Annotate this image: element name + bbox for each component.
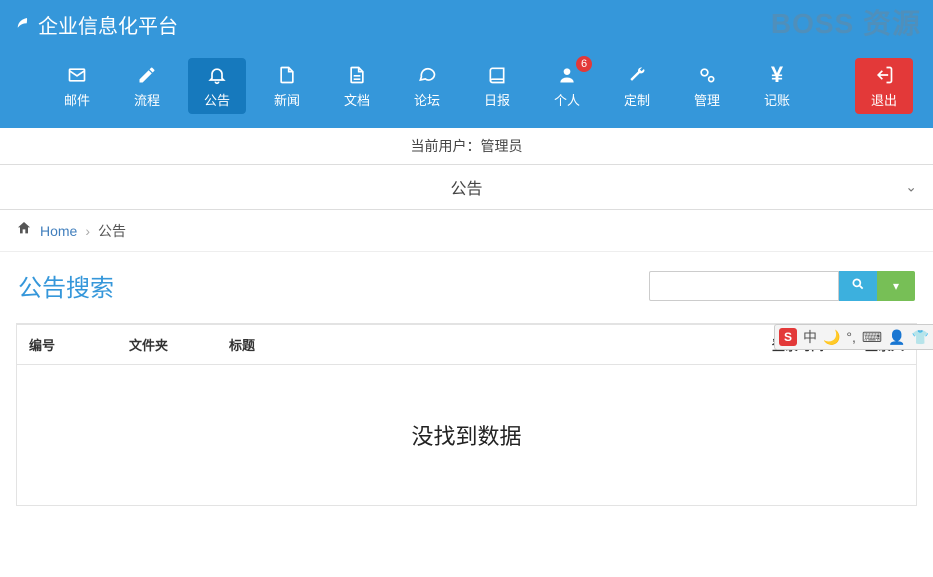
section-title: 公告	[450, 181, 482, 198]
chevron-down-icon: ⌄	[905, 179, 917, 196]
moon-icon[interactable]: 🌙	[823, 329, 840, 346]
nav-label: 论坛	[414, 90, 440, 109]
nav-notice[interactable]: 公告	[188, 58, 246, 114]
sogou-icon[interactable]: S	[779, 328, 797, 346]
search-button[interactable]	[839, 271, 877, 301]
nav-label: 文档	[344, 90, 370, 109]
nav-manage[interactable]: 管理	[678, 58, 736, 114]
nav-label: 公告	[204, 90, 230, 109]
nav-label: 记账	[764, 90, 790, 109]
nav-label: 个人	[554, 90, 580, 109]
nav-profile[interactable]: 6 个人	[538, 58, 596, 114]
col-id: 编号	[17, 325, 117, 365]
chat-icon	[417, 64, 437, 86]
section-collapser[interactable]: 公告 ⌄	[0, 165, 933, 210]
nav-label: 退出	[871, 90, 897, 109]
results-table: 编号 文件夹 标题 登录时间 登录人 没找到数据	[17, 324, 916, 505]
nav-daily[interactable]: 日报	[468, 58, 526, 114]
search-icon	[851, 278, 865, 294]
user-icon	[557, 64, 577, 86]
wrench-icon	[627, 64, 647, 86]
col-title: 标题	[217, 325, 726, 365]
breadcrumb-sep: ›	[85, 223, 90, 239]
badge-count: 6	[576, 56, 592, 72]
doc-icon	[347, 64, 367, 86]
nav-ledger[interactable]: ¥ 记账	[748, 58, 806, 114]
book-icon	[487, 64, 507, 86]
app-title: 企业信息化平台	[38, 10, 178, 39]
ime-punct-icon[interactable]: °,	[846, 329, 856, 345]
status-row: 当前用户：管理员	[0, 128, 933, 165]
pencil-icon	[137, 64, 157, 86]
nav-mail[interactable]: 邮件	[48, 58, 106, 114]
nav-label: 日报	[484, 90, 510, 109]
breadcrumb-current: 公告	[98, 221, 126, 241]
nav-docs[interactable]: 文档	[328, 58, 386, 114]
nav-label: 管理	[694, 90, 720, 109]
search-input[interactable]	[649, 271, 839, 301]
nav-custom[interactable]: 定制	[608, 58, 666, 114]
chevron-down-icon: ▾	[893, 279, 899, 293]
nav-label: 流程	[134, 90, 160, 109]
table-area: 编号 文件夹 标题 登录时间 登录人 没找到数据	[16, 323, 917, 506]
nav-forum[interactable]: 论坛	[398, 58, 456, 114]
gear-icon	[697, 64, 717, 86]
ime-toolbar[interactable]: S 中 🌙 °, ⌨ 👤 👕	[774, 324, 933, 350]
breadcrumb: Home › 公告	[0, 210, 933, 252]
header-bar: 企业信息化平台	[0, 0, 933, 48]
nav-news[interactable]: 新闻	[258, 58, 316, 114]
status-label: 当前用户：	[411, 138, 481, 154]
ime-user-icon[interactable]: 👤	[888, 329, 905, 346]
ime-lang[interactable]: 中	[803, 327, 817, 347]
page-icon	[277, 64, 297, 86]
search-title: 公告搜索	[18, 268, 114, 303]
breadcrumb-home-link[interactable]: Home	[40, 223, 77, 239]
nav-bar: BOSS 资源 邮件 流程 公告 新闻 文档 论坛 日报 6 个人 定制 管理	[0, 48, 933, 128]
leaf-icon	[14, 12, 32, 36]
keyboard-icon[interactable]: ⌨	[862, 329, 882, 346]
nav-logout[interactable]: 退出	[855, 58, 913, 114]
logout-icon	[874, 64, 894, 86]
search-row: 公告搜索 ▾	[0, 252, 933, 309]
nav-label: 新闻	[274, 90, 300, 109]
nav-flow[interactable]: 流程	[118, 58, 176, 114]
home-icon	[16, 220, 32, 241]
col-folder: 文件夹	[117, 325, 217, 365]
ime-shirt-icon[interactable]: 👕	[912, 329, 929, 346]
current-user: 管理员	[481, 138, 523, 154]
empty-row: 没找到数据	[17, 365, 916, 506]
yen-icon: ¥	[771, 64, 783, 86]
nav-label: 邮件	[64, 90, 90, 109]
search-controls: ▾	[649, 271, 915, 301]
bell-icon	[207, 64, 227, 86]
more-button[interactable]: ▾	[877, 271, 915, 301]
nav-label: 定制	[624, 90, 650, 109]
empty-message: 没找到数据	[17, 365, 916, 506]
mail-icon	[67, 64, 87, 86]
